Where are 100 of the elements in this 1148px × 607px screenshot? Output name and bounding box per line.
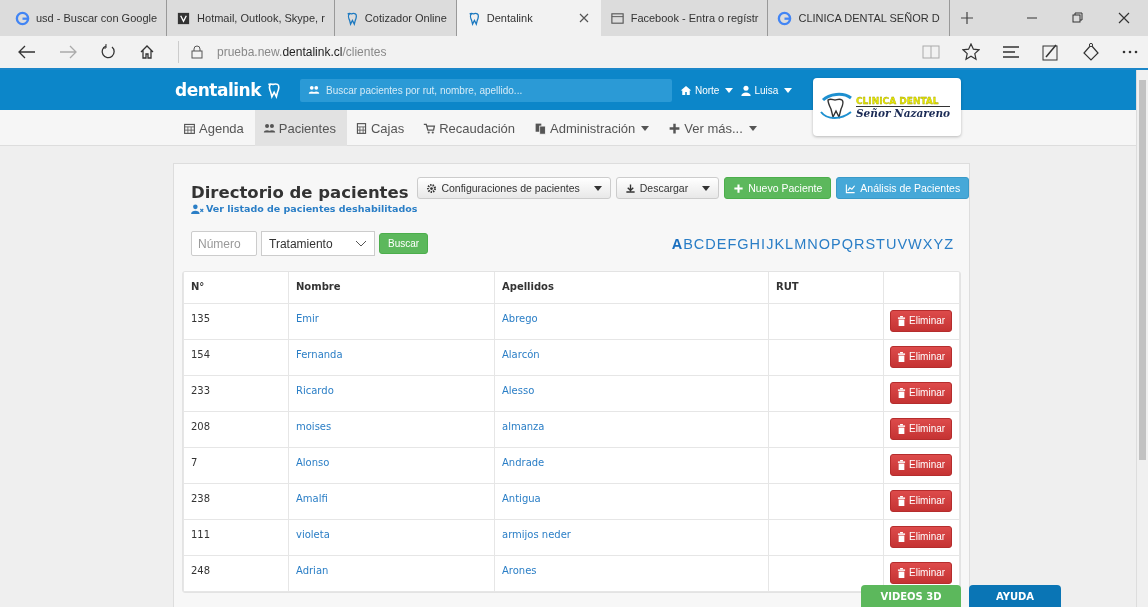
user-menu[interactable]: Luisa [741,84,793,96]
caret-icon [725,87,734,93]
patient-link[interactable]: Alonso [296,456,330,468]
user-icon [741,84,752,96]
letter-link[interactable]: C [693,235,705,252]
column-header: Apellidos [494,272,769,303]
letter-link[interactable]: A [671,235,683,252]
patient-link[interactable]: moises [296,420,332,432]
delete-button[interactable]: Eliminar [890,309,953,332]
letter-link[interactable]: M [794,235,807,252]
letter-link[interactable]: T [876,235,885,252]
browser-tab[interactable]: Dentalink [456,0,601,36]
scrollbar[interactable] [1136,70,1148,607]
share-icon [1082,43,1100,61]
patient-link[interactable]: Adrian [296,564,329,576]
floating-button[interactable]: VIDEOS 3D [861,585,961,607]
nav-item[interactable]: Recaudación [415,110,527,146]
user-remove-icon [191,203,204,214]
letter-link[interactable]: Q [841,235,853,252]
letter-link[interactable]: Z [944,235,953,252]
letter-link[interactable]: H [749,235,761,252]
restore-icon [1072,12,1084,24]
search-field[interactable]: Buscar pacientes por rut, nombre, apellido... [299,78,672,102]
action-button[interactable]: Análisis de Pacientes [836,177,969,199]
column-header: N° [183,272,289,303]
patient-link[interactable]: almanza [502,420,545,432]
letter-link[interactable]: G [737,235,749,252]
patient-link[interactable]: Antigua [502,492,541,504]
patient-link[interactable]: Abrego [502,312,538,324]
patient-link[interactable]: Ricardo [296,384,334,396]
lock-icon [191,45,203,59]
nav-item[interactable]: Administración [526,110,661,146]
delete-button[interactable]: Eliminar [890,453,953,476]
nav-item[interactable]: Agenda [175,110,255,146]
number-field[interactable]: Número [191,231,257,256]
letter-link[interactable]: F [727,235,737,252]
delete-button[interactable]: Eliminar [890,381,953,404]
floating-button[interactable]: AYUDA [969,585,1061,607]
panel-title: Directorio de pacientes [191,183,410,202]
letter-link[interactable]: U [885,235,897,252]
patient-link[interactable]: armijos neder [502,528,571,540]
delete-button[interactable]: Eliminar [890,489,953,512]
nav-item[interactable]: Cajas [346,110,416,146]
dentalink-logo[interactable]: dentalink [175,80,282,100]
address-field[interactable]: prueba.new.dentalink.cl/clientes [178,41,899,63]
search-button[interactable]: Buscar [379,233,429,254]
letter-link[interactable]: E [716,235,727,252]
letter-link[interactable]: K [774,235,785,252]
files-icon [534,121,548,135]
patient-link[interactable]: Emir [296,312,319,324]
patient-link[interactable]: Andrade [502,456,545,468]
letter-link[interactable]: Y [933,235,944,252]
delete-button[interactable]: Eliminar [890,417,953,440]
chart-icon [845,182,857,194]
letter-link[interactable]: N [807,235,818,252]
letter-link[interactable]: W [908,235,922,252]
patient-link[interactable]: Amalfi [296,492,328,504]
letter-link[interactable]: I [761,235,766,252]
nav-item[interactable]: Ver más... [660,110,768,146]
letter-link[interactable]: P [831,235,841,252]
letter-link[interactable]: S [865,235,876,252]
download-icon [624,182,636,194]
letter-link[interactable]: R [853,235,865,252]
nav-item[interactable]: Pacientes [254,110,347,146]
calendar-icon [183,121,196,135]
letter-link[interactable]: L [785,235,794,252]
table-cell: 154 [183,339,289,375]
new-tab-icon [959,11,974,25]
delete-button[interactable]: Eliminar [890,525,953,548]
letter-link[interactable]: J [766,235,774,252]
action-button[interactable]: Configuraciones de pacientes [417,177,611,199]
table-cell: 7 [183,447,289,483]
more-icon [1122,50,1138,54]
letter-link[interactable]: V [897,235,908,252]
branch-menu[interactable]: Norte [679,84,734,96]
letter-link[interactable]: D [705,235,716,252]
plus-icon [668,121,682,135]
delete-button[interactable]: Eliminar [890,561,953,584]
table-cell: 208 [183,411,289,447]
patient-link[interactable]: Alarcón [502,348,540,360]
calculator-icon [354,121,368,135]
letter-link[interactable]: B [683,235,693,252]
trash-icon [897,315,906,326]
patient-link[interactable]: violeta [296,528,330,540]
forward-icon [59,45,77,59]
patient-link[interactable]: Arones [502,564,537,576]
action-button[interactable]: Nuevo Paciente [724,177,832,199]
star-icon [962,43,980,61]
patient-link[interactable]: Fernanda [296,348,343,360]
google-icon [777,10,793,26]
delete-button[interactable]: Eliminar [890,345,953,368]
action-button[interactable]: Descargar [615,177,720,199]
treatment-select[interactable]: Tratamiento [261,231,375,256]
envelope-icon [176,10,192,26]
patient-link[interactable]: Alesso [502,384,535,396]
letter-link[interactable]: X [922,235,933,252]
home-icon [679,84,692,96]
google-icon [15,10,30,26]
letter-link[interactable]: O [818,235,830,252]
window-icon [609,10,625,26]
